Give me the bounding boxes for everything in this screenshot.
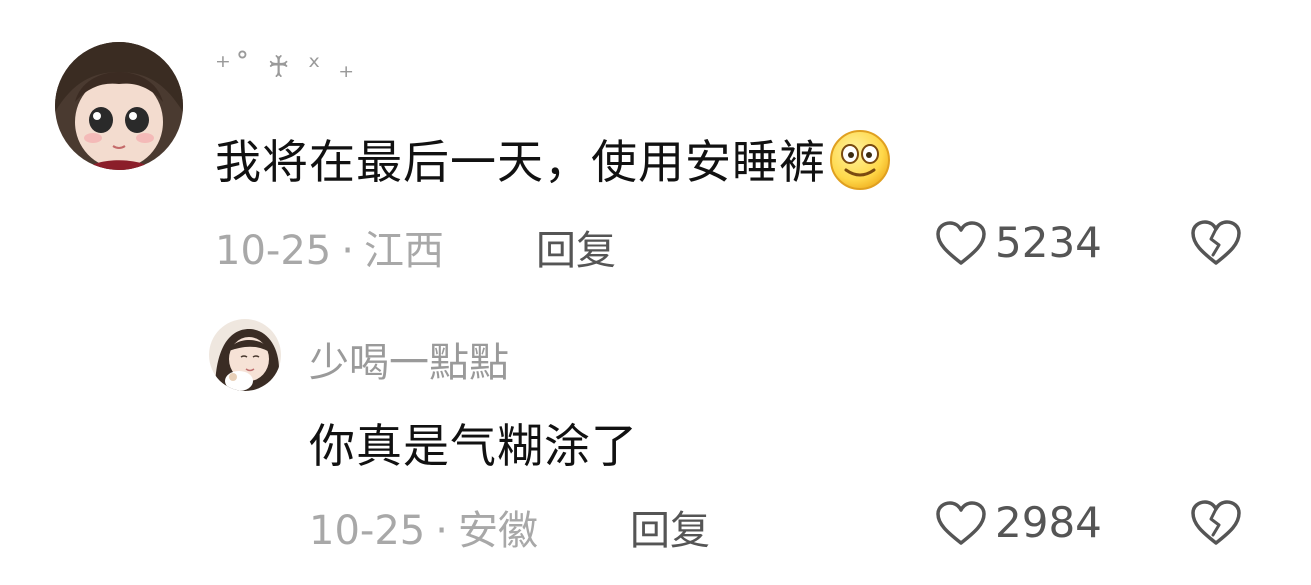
- like-button[interactable]: 2984: [935, 498, 1102, 547]
- dislike-button[interactable]: [1189, 218, 1243, 266]
- reply-button[interactable]: 回复: [536, 218, 616, 276]
- broken-heart-icon: [1191, 220, 1241, 265]
- comment-text: 你真是气糊涂了: [309, 419, 638, 473]
- like-count: 2984: [995, 498, 1102, 547]
- username[interactable]: 少喝一點點: [309, 330, 509, 388]
- comment-text: 我将在最后一天，使用安睡裤: [215, 126, 892, 192]
- heart-outline-icon: [936, 220, 986, 265]
- broken-heart-icon: [1191, 500, 1241, 545]
- avatar[interactable]: [209, 319, 281, 391]
- like-count: 5234: [995, 218, 1102, 267]
- comment-meta: 10-25 · 江西: [215, 218, 444, 276]
- comment-date: 10-25: [215, 228, 332, 274]
- comment-date: 10-25: [309, 508, 426, 554]
- avatar[interactable]: [55, 42, 183, 170]
- comment-meta: 10-25 · 安徽: [309, 498, 538, 556]
- meta-separator: ·: [341, 228, 354, 274]
- dislike-button[interactable]: [1189, 498, 1243, 546]
- comment-location: 江西: [363, 228, 444, 274]
- smiling-face-emoji-icon: [828, 128, 892, 192]
- reply-button[interactable]: 回复: [630, 498, 710, 556]
- doll-avatar-image: [55, 42, 183, 170]
- username[interactable]: ⁺˚ ♰ ˣ ₊: [215, 50, 358, 85]
- meta-separator: ·: [435, 508, 448, 554]
- like-button[interactable]: 5234: [935, 218, 1102, 267]
- comment-text-content: 我将在最后一天，使用安睡裤: [215, 135, 826, 189]
- girl-avatar-image: [209, 319, 281, 391]
- heart-outline-icon: [936, 500, 986, 545]
- comment-location: 安徽: [457, 508, 538, 554]
